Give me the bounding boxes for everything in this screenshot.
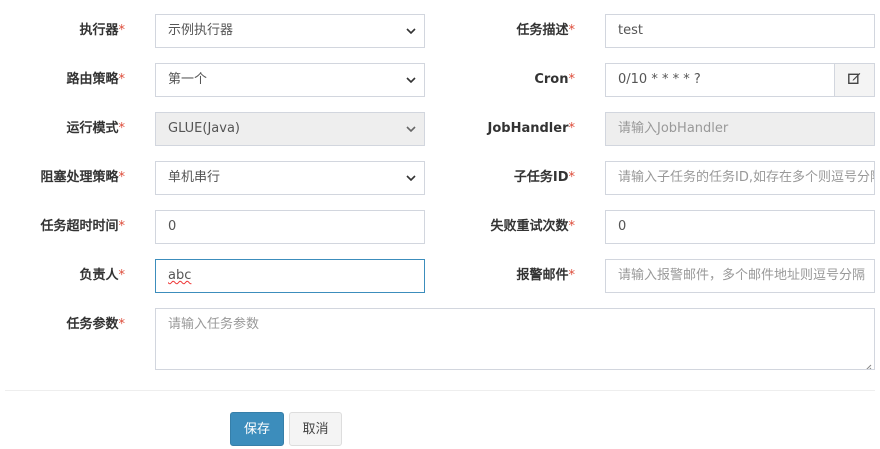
author-input[interactable]: abc: [155, 259, 425, 293]
required-mark: *: [118, 170, 126, 185]
chevron-down-icon: [406, 113, 416, 145]
job-desc-input[interactable]: test: [605, 14, 875, 48]
cancel-button[interactable]: 取消: [289, 412, 342, 446]
resize-handle-icon[interactable]: [864, 359, 872, 369]
block-strategy-value: 单机串行: [168, 170, 221, 185]
required-mark: *: [118, 317, 126, 332]
alarm-email-input[interactable]: 请输入报警邮件，多个邮件地址则逗号分隔: [605, 259, 875, 293]
author-label: 负责人*: [79, 268, 126, 283]
required-mark: *: [118, 23, 126, 38]
required-mark: *: [568, 219, 576, 234]
run-mode-value: GLUE(Java): [168, 121, 241, 136]
timeout-value: 0: [168, 219, 177, 234]
required-mark: *: [118, 219, 126, 234]
retry-count-value: 0: [618, 219, 627, 234]
save-button[interactable]: 保存: [230, 412, 284, 446]
block-strategy-label: 阻塞处理策略*: [40, 170, 126, 185]
cron-value: 0/10 * * * * ?: [618, 72, 701, 87]
executor-select[interactable]: 示例执行器: [155, 14, 425, 48]
job-param-textarea[interactable]: 请输入任务参数: [155, 308, 875, 370]
child-job-id-placeholder: 请输入子任务的任务ID,如存在多个则逗号分隔: [618, 170, 875, 185]
chevron-down-icon: [406, 64, 416, 96]
block-strategy-select[interactable]: 单机串行: [155, 161, 425, 195]
cron-input[interactable]: 0/10 * * * * ?: [605, 63, 835, 97]
child-job-id-label: 子任务ID*: [513, 170, 576, 185]
retry-count-label: 失败重试次数*: [490, 219, 576, 234]
job-handler-label: JobHandler*: [487, 121, 576, 136]
author-value: abc: [168, 268, 192, 283]
required-mark: *: [568, 72, 576, 87]
cron-label: Cron*: [534, 72, 576, 87]
job-desc-label: 任务描述*: [516, 23, 576, 38]
executor-label: 执行器*: [79, 23, 126, 38]
run-mode-label: 运行模式*: [66, 121, 126, 136]
run-mode-select: GLUE(Java): [155, 112, 425, 146]
required-mark: *: [568, 170, 576, 185]
timeout-input[interactable]: 0: [155, 210, 425, 244]
alarm-email-label: 报警邮件*: [516, 268, 576, 283]
required-mark: *: [118, 268, 126, 283]
child-job-id-input[interactable]: 请输入子任务的任务ID,如存在多个则逗号分隔: [605, 161, 875, 195]
job-param-label: 任务参数*: [66, 317, 126, 332]
job-param-placeholder: 请输入任务参数: [168, 317, 260, 332]
route-strategy-label: 路由策略*: [66, 72, 126, 87]
required-mark: *: [568, 121, 576, 136]
required-mark: *: [568, 23, 576, 38]
route-strategy-select[interactable]: 第一个: [155, 63, 425, 97]
chevron-down-icon: [406, 162, 416, 194]
cron-edit-button[interactable]: [834, 63, 875, 97]
job-handler-placeholder: 请输入JobHandler: [618, 121, 729, 136]
retry-count-input[interactable]: 0: [605, 210, 875, 244]
form-divider: [5, 390, 875, 391]
required-mark: *: [118, 121, 126, 136]
executor-value: 示例执行器: [168, 23, 234, 38]
required-mark: *: [568, 268, 576, 283]
alarm-email-placeholder: 请输入报警邮件，多个邮件地址则逗号分隔: [618, 268, 866, 283]
edit-icon: [848, 72, 861, 88]
job-desc-value: test: [618, 23, 643, 38]
required-mark: *: [118, 72, 126, 87]
job-handler-input: 请输入JobHandler: [605, 112, 875, 146]
chevron-down-icon: [406, 15, 416, 47]
timeout-label: 任务超时时间*: [40, 219, 126, 234]
route-strategy-value: 第一个: [168, 72, 208, 87]
